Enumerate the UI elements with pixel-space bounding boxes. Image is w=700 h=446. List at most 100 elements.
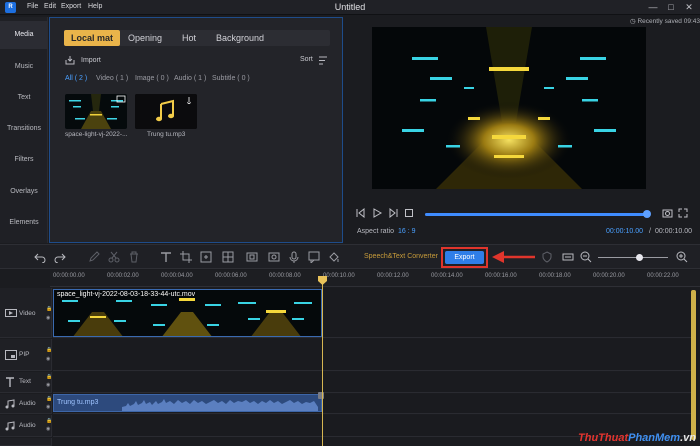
sidebar-item-text[interactable]: Text <box>0 84 48 112</box>
track-header-pip: PIP 🔒 ◉ <box>0 339 52 371</box>
clock-icon: ◷ <box>630 18 636 25</box>
playback-progress-fill <box>425 213 647 216</box>
tab-opening[interactable]: Opening <box>124 30 166 46</box>
delete-icon[interactable] <box>128 251 140 263</box>
lock-icon[interactable]: 🔒 <box>46 347 52 353</box>
duration-icon[interactable] <box>268 251 280 263</box>
step-back-icon[interactable] <box>356 208 366 218</box>
text-tool-icon[interactable] <box>160 251 172 263</box>
freeze-frame-icon[interactable] <box>246 251 258 263</box>
video-clip[interactable]: space_light-vj-2022-08-03-18-33-44-utc.m… <box>53 289 322 337</box>
tab-local-mat[interactable]: Local mat <box>64 30 120 46</box>
visibility-icon[interactable]: ◉ <box>46 382 50 388</box>
track-label-text: Text <box>19 378 31 385</box>
lock-icon[interactable]: 🔒 <box>46 374 52 380</box>
stop-icon[interactable] <box>404 208 414 218</box>
lock-icon[interactable]: 🔒 <box>46 418 52 424</box>
zoom-slider[interactable] <box>598 254 668 261</box>
filter-image[interactable]: Image ( 0 ) <box>135 75 169 82</box>
zoom-in-icon[interactable] <box>676 251 688 263</box>
sidebar-item-transitions[interactable]: Transitions <box>0 115 48 143</box>
voice-effect-icon[interactable] <box>308 251 320 263</box>
ruler-tick: 00:00:22.00 <box>647 273 679 279</box>
sidebar-item-elements[interactable]: Elements <box>0 209 48 237</box>
menu-edit[interactable]: Edit <box>44 3 56 10</box>
mute-icon[interactable]: ◉ <box>46 404 50 410</box>
crop-icon[interactable] <box>180 251 192 263</box>
tab-hot[interactable]: Hot <box>172 30 206 46</box>
pip-track-lane[interactable] <box>53 339 691 371</box>
lock-icon[interactable]: 🔒 <box>46 396 52 402</box>
video-preview[interactable] <box>372 27 646 189</box>
music-note-icon <box>135 94 197 129</box>
menu-file[interactable]: File <box>27 3 38 10</box>
aspect-ratio-value[interactable]: 16 : 9 <box>398 228 416 235</box>
edit-pencil-icon[interactable] <box>88 251 100 263</box>
shield-icon[interactable] <box>541 251 553 263</box>
zoom-region-icon[interactable] <box>200 251 212 263</box>
text-track-lane[interactable] <box>53 372 691 393</box>
filter-video[interactable]: Video ( 1 ) <box>96 75 128 82</box>
recently-saved-text: Recently saved 09:43 <box>637 18 700 25</box>
sidebar-item-music[interactable]: Music <box>0 53 48 81</box>
total-time: 00:00:10.00 <box>655 228 692 235</box>
timeline-scrollbar[interactable] <box>691 290 696 440</box>
sidebar-item-overlays[interactable]: Overlays <box>0 178 48 206</box>
music-note-icon <box>5 399 15 409</box>
color-fill-icon[interactable] <box>328 251 340 263</box>
music-note-icon <box>5 421 15 431</box>
sidebar-item-media[interactable]: Media <box>0 21 48 49</box>
tab-background[interactable]: Background <box>210 30 270 46</box>
cut-icon[interactable] <box>108 251 120 263</box>
playback-progress-bar[interactable] <box>425 210 651 218</box>
timeline-ruler[interactable]: 00:00:00.00 00:00:02.00 00:00:04.00 00:0… <box>50 270 700 287</box>
filter-audio[interactable]: Audio ( 1 ) <box>174 75 206 82</box>
mute-icon[interactable]: ◉ <box>46 426 50 432</box>
menu-help[interactable]: Help <box>88 3 102 10</box>
microphone-icon[interactable] <box>288 251 300 263</box>
redo-icon[interactable] <box>54 251 66 263</box>
media-item-video-thumbnail[interactable] <box>65 94 127 129</box>
export-button[interactable]: Export <box>445 251 484 264</box>
speech-text-converter-button[interactable]: Speech&Text Converter <box>364 253 438 260</box>
fullscreen-icon[interactable] <box>678 208 688 218</box>
menu-export[interactable]: Export <box>61 3 81 10</box>
import-button[interactable] <box>65 56 75 65</box>
ruler-tick: 00:00:14.00 <box>431 273 463 279</box>
playhead-line[interactable] <box>322 280 323 446</box>
play-icon[interactable] <box>372 208 382 218</box>
lock-icon[interactable]: 🔒 <box>46 306 52 312</box>
zoom-out-icon[interactable] <box>580 251 592 263</box>
undo-icon[interactable] <box>34 251 46 263</box>
aspect-ratio-label: Aspect ratio <box>357 228 394 235</box>
visibility-icon[interactable]: ◉ <box>46 356 50 362</box>
close-icon[interactable]: ✕ <box>680 1 698 14</box>
sidebar-item-filters[interactable]: Filters <box>0 146 48 174</box>
fit-timeline-icon[interactable] <box>562 251 574 263</box>
step-forward-icon[interactable] <box>388 208 398 218</box>
sort-icon[interactable] <box>318 56 328 65</box>
audio-clip[interactable]: Trung tu.mp3 <box>53 392 324 412</box>
ruler-tick: 00:00:12.00 <box>377 273 409 279</box>
audio-clip-handle[interactable] <box>318 392 324 399</box>
snapshot-icon[interactable] <box>662 208 673 218</box>
video-track-icon <box>5 308 17 318</box>
zoom-slider-handle[interactable] <box>636 254 643 261</box>
time-separator: / <box>649 228 651 235</box>
minimize-icon[interactable]: — <box>644 1 662 14</box>
playback-progress-handle[interactable] <box>643 210 651 218</box>
maximize-icon[interactable]: □ <box>662 1 680 14</box>
filter-all[interactable]: All ( 2 ) <box>65 75 87 82</box>
track-header-audio-2: Audio 🔒 ◉ <box>0 415 52 437</box>
current-time: 00:00:10.00 <box>606 228 643 235</box>
mosaic-icon[interactable] <box>222 251 234 263</box>
filter-subtitle[interactable]: Subtitle ( 0 ) <box>212 75 250 82</box>
pip-track-icon <box>5 350 17 360</box>
import-label[interactable]: Import <box>81 57 101 64</box>
visibility-icon[interactable]: ◉ <box>46 315 50 321</box>
sort-label[interactable]: Sort <box>300 56 313 63</box>
watermark-part-2: PhanMem <box>628 432 681 444</box>
media-item-audio-thumbnail[interactable] <box>135 94 197 129</box>
media-item-audio-label: Trung tu.mp3 <box>147 131 186 138</box>
app-window: R File Edit Export Help Untitled — □ ✕ M… <box>0 0 700 446</box>
